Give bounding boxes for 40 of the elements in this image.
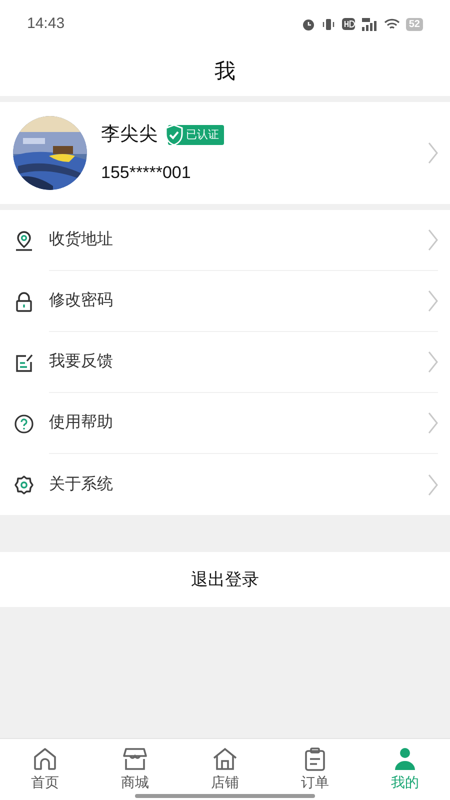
menu-item[interactable]: 修改密码: [0, 271, 450, 332]
logout-button[interactable]: 退出登录: [0, 552, 450, 607]
tab[interactable]: 订单: [270, 739, 360, 800]
lock-icon: [15, 290, 33, 312]
verified-badge: 已认证: [168, 125, 224, 146]
clipboard-icon: [302, 747, 328, 771]
phone-number: 155*****001: [101, 162, 192, 184]
edit-note-icon: [14, 352, 34, 372]
page-title: 我: [214, 59, 236, 86]
cellular-signal-icon: [360, 18, 378, 30]
user-name: 李尖尖: [101, 123, 158, 147]
shield-check-icon: [164, 124, 184, 146]
chevron-right-icon: [428, 474, 438, 496]
shop-icon: [122, 747, 148, 771]
wifi-icon: [384, 18, 400, 30]
status-time: 14:43: [27, 14, 65, 34]
menu-item[interactable]: 关于系统: [0, 454, 450, 515]
person-icon: [392, 747, 418, 771]
tab[interactable]: 首页: [0, 739, 90, 800]
home-indicator[interactable]: [135, 794, 315, 798]
location-pin-icon: [14, 230, 34, 252]
home-icon: [32, 747, 58, 771]
help-icon: [14, 414, 34, 434]
vibrate-icon: [320, 18, 336, 30]
chevron-right-icon: [428, 142, 438, 164]
hd-icon: [342, 18, 355, 30]
menu-item[interactable]: 使用帮助: [0, 393, 450, 454]
profile-card[interactable]: 李尖尖 已认证 155*****001: [0, 102, 450, 204]
chevron-right-icon: [428, 290, 438, 312]
chevron-right-icon: [428, 412, 438, 434]
alarm-icon: [302, 18, 315, 30]
settings-icon: [14, 474, 34, 494]
chevron-right-icon: [428, 351, 438, 373]
menu-item[interactable]: 我要反馈: [0, 332, 450, 393]
house-icon: [212, 747, 238, 771]
tab[interactable]: 店铺: [180, 739, 270, 800]
battery-level: 52: [406, 18, 423, 30]
menu-item[interactable]: 收货地址: [0, 210, 450, 271]
tab[interactable]: 商城: [90, 739, 180, 800]
chevron-right-icon: [428, 229, 438, 251]
